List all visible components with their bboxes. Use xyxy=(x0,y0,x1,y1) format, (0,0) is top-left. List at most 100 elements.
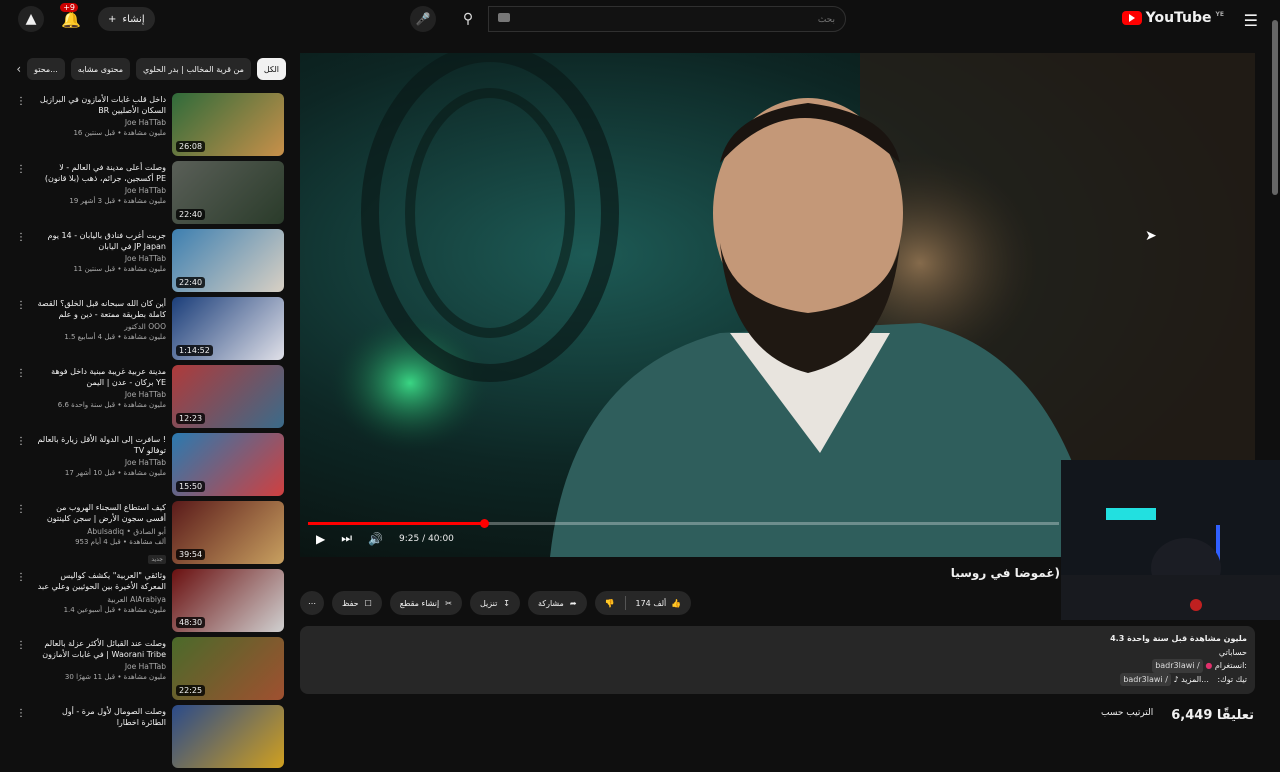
channel-name[interactable]: العربية AlArabiya xyxy=(36,595,166,604)
channel-name[interactable]: Joe HaTTab xyxy=(36,186,166,195)
list-item[interactable]: 22:25 وصلت عند القبائل الأكثر عزلة بالعا… xyxy=(12,636,286,704)
video-thumbnail[interactable]: 22:40 xyxy=(172,229,284,292)
video-thumbnail[interactable] xyxy=(172,705,284,768)
list-item[interactable]: 22:40 جربت أغرب فنادق باليابان - 14 يوم … xyxy=(12,228,286,296)
video-title[interactable]: وصلت أعلى مدينة في العالم - لا أكسجين، ج… xyxy=(36,162,166,184)
list-item[interactable]: 26:08 داخل قلب غابات الأمازون في البرازي… xyxy=(12,92,286,160)
hamburger-menu-icon[interactable]: ☰ xyxy=(1244,11,1258,30)
more-options-icon[interactable]: ⋮ xyxy=(16,300,26,311)
channel-name[interactable]: Joe HaTTab xyxy=(36,118,166,127)
share-icon: ➦ xyxy=(569,598,577,608)
chip-all[interactable]: الكل xyxy=(256,58,286,80)
chip-more[interactable]: محتو... xyxy=(27,58,65,80)
more-options-icon[interactable]: ⋮ xyxy=(16,96,26,107)
video-title[interactable]: داخل قلب غابات الأمازون في البرازيل BR ا… xyxy=(36,94,166,116)
show-more-link[interactable]: ...المزيد xyxy=(1181,675,1209,684)
search-input[interactable] xyxy=(488,6,846,32)
duration-badge: 15:50 xyxy=(176,481,206,492)
chip-channel[interactable]: من قرية المخالب | بدر الحلوي xyxy=(135,58,251,80)
progress-fill xyxy=(308,522,485,525)
channel-name[interactable]: Joe HaTTab xyxy=(36,458,166,467)
action-bar: ⋯ حفظ ☐ إنشاء مقطع ✂ تنزيل ↧ مشاركة ➦ 👎 … xyxy=(300,591,692,615)
list-item[interactable]: 39:54 كيف استطاع السجناء الهروب من أقسى … xyxy=(12,500,286,568)
video-thumbnail[interactable]: 22:40 xyxy=(172,161,284,224)
more-options-icon[interactable]: ⋮ xyxy=(16,164,26,175)
avatar[interactable]: ▲ xyxy=(18,6,44,32)
create-button[interactable]: + إنشاء xyxy=(98,7,155,31)
more-actions-button[interactable]: ⋯ xyxy=(300,591,324,615)
sort-comments-button[interactable]: الترتيب حسب xyxy=(1101,708,1153,723)
download-button[interactable]: تنزيل ↧ xyxy=(469,591,520,615)
channel-name[interactable]: Abulsadiq • أبو الصادق xyxy=(36,527,166,536)
search-button[interactable]: ⚲ xyxy=(448,6,488,32)
video-meta: أين كان الله سبحانه قبل الخلق؟ القصة كام… xyxy=(36,298,166,341)
more-options-icon[interactable]: ⋮ xyxy=(16,640,26,651)
next-icon[interactable]: ⏭ xyxy=(341,531,352,546)
instagram-handle[interactable]: badr3lawi / xyxy=(1152,659,1203,673)
more-options-icon[interactable]: ⋮ xyxy=(16,436,26,447)
voice-search-button[interactable]: 🎤 xyxy=(410,6,436,32)
duration-badge: 22:25 xyxy=(176,685,206,696)
comments-header: الترتيب حسب 6,449 تعليقًا xyxy=(1101,708,1254,723)
create-label: إنشاء xyxy=(122,13,145,25)
list-item[interactable]: وصلت الصومال لأول مرة - أول الطائرة اخطا… xyxy=(12,704,286,772)
video-stats: 6.6 مليون مشاهدة • قبل سنة واحدة xyxy=(57,401,166,409)
video-thumbnail[interactable]: 39:54 xyxy=(172,501,284,564)
chip-related[interactable]: محتوى مشابه xyxy=(70,58,130,80)
video-title[interactable]: سافرت إلى الدولة الأقل زيارة بالعالم ! T… xyxy=(36,434,166,456)
video-meta: وصلت أعلى مدينة في العالم - لا أكسجين، ج… xyxy=(36,162,166,205)
instagram-label: انستغرام: xyxy=(1214,661,1247,670)
description-box[interactable]: 4.3 مليون مشاهدة قبل سنة واحدة حساباتي b… xyxy=(300,626,1255,694)
list-item[interactable]: 48:30 وثائقي "العربية" يكشف كواليس المعر… xyxy=(12,568,286,636)
video-stats: 1.5 مليون مشاهدة • قبل 4 أسابيع xyxy=(64,333,166,341)
keyboard-icon[interactable] xyxy=(498,13,510,22)
video-title[interactable]: وثائقي "العربية" يكشف كواليس المعركة الأ… xyxy=(36,570,166,593)
save-button[interactable]: حفظ ☐ xyxy=(332,591,382,615)
bookmark-icon: ☐ xyxy=(364,598,372,608)
video-thumbnail[interactable]: 22:25 xyxy=(172,637,284,700)
thumbs-up-icon: 👍 xyxy=(671,598,682,608)
chevron-left-icon[interactable]: ‹ xyxy=(16,62,21,76)
channel-name[interactable]: Joe HaTTab xyxy=(36,254,166,263)
list-item[interactable]: 15:50 سافرت إلى الدولة الأقل زيارة بالعا… xyxy=(12,432,286,500)
channel-name[interactable]: Joe HaTTab xyxy=(36,662,166,671)
more-options-icon[interactable]: ⋮ xyxy=(16,572,26,583)
list-item[interactable]: 22:40 وصلت أعلى مدينة في العالم - لا أكس… xyxy=(12,160,286,228)
video-title[interactable]: جربت أغرب فنادق باليابان - 14 يوم في الي… xyxy=(36,230,166,252)
video-stats: 16 مليون مشاهدة • قبل سنتين xyxy=(73,129,166,137)
like-button[interactable]: 174 ألف 👍 xyxy=(626,591,692,615)
progress-bar[interactable] xyxy=(308,519,1059,528)
list-item[interactable]: 12:23 مدينة عربية غريبة مبنية داخل فوهة … xyxy=(12,364,286,432)
channel-name[interactable]: الدكتور OOO xyxy=(36,322,166,331)
volume-icon[interactable]: 🔊 xyxy=(368,532,383,546)
logo-text: YouTube xyxy=(1145,10,1212,26)
like-dislike-group: 👎 174 ألف 👍 xyxy=(594,591,692,615)
video-title[interactable]: وصلت الصومال لأول مرة - أول الطائرة اخطا… xyxy=(36,706,166,728)
video-title[interactable]: وصلت عند القبائل الأكثر عزلة بالعالم في … xyxy=(36,638,166,660)
dislike-button[interactable]: 👎 xyxy=(595,591,625,615)
notifications-button[interactable]: 🔔 +9 xyxy=(58,3,84,32)
video-thumbnail[interactable]: 1:14:52 xyxy=(172,297,284,360)
list-item[interactable]: 1:14:52 أين كان الله سبحانه قبل الخلق؟ ا… xyxy=(12,296,286,364)
video-title[interactable]: كيف استطاع السجناء الهروب من أقسى سجون ا… xyxy=(36,502,166,525)
more-options-icon[interactable]: ⋮ xyxy=(16,708,26,719)
video-thumbnail[interactable]: 48:30 xyxy=(172,569,284,632)
clip-button[interactable]: إنشاء مقطع ✂ xyxy=(389,591,462,615)
play-icon[interactable]: ▶ xyxy=(316,532,325,546)
video-title[interactable]: أين كان الله سبحانه قبل الخلق؟ القصة كام… xyxy=(36,298,166,320)
video-stats: 11 مليون مشاهدة • قبل سنتين xyxy=(73,265,166,273)
more-options-icon[interactable]: ⋮ xyxy=(16,368,26,379)
video-thumbnail[interactable]: 12:23 xyxy=(172,365,284,428)
more-options-icon[interactable]: ⋮ xyxy=(16,504,26,515)
video-thumbnail[interactable]: 26:08 xyxy=(172,93,284,156)
duration-badge: 22:40 xyxy=(176,277,206,288)
video-thumbnail[interactable]: 15:50 xyxy=(172,433,284,496)
page-scrollbar[interactable] xyxy=(1272,20,1278,195)
share-button[interactable]: مشاركة ➦ xyxy=(528,591,587,615)
youtube-logo[interactable]: YouTube YE xyxy=(1121,10,1224,26)
channel-name[interactable]: Joe HaTTab xyxy=(36,390,166,399)
video-title[interactable]: مدينة عربية غريبة مبنية داخل فوهة بركان … xyxy=(36,366,166,388)
time-display: 9:25 / 40:00 xyxy=(399,533,454,544)
more-options-icon[interactable]: ⋮ xyxy=(16,232,26,243)
tiktok-handle[interactable]: badr3lawi / xyxy=(1120,672,1171,686)
